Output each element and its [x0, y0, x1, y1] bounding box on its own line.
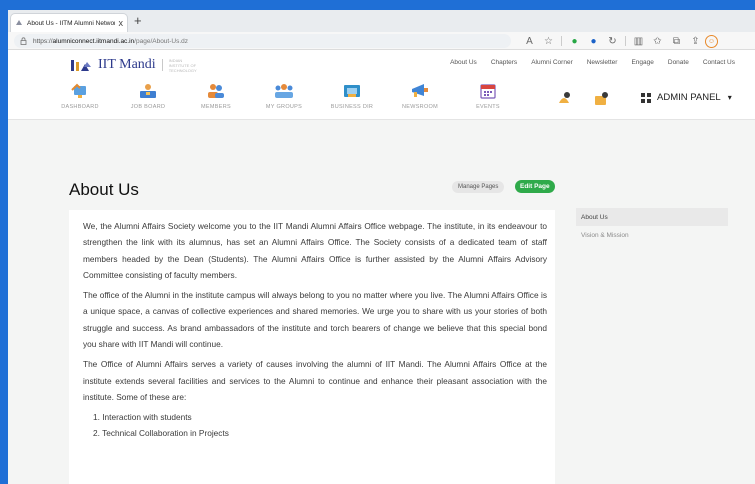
- read-aloud-icon[interactable]: A: [520, 34, 539, 48]
- nav-members-label: MEMBERS: [201, 104, 231, 110]
- nav-newsroom-label: NEWSROOM: [401, 104, 438, 110]
- iit-mandi-logo-icon: [71, 60, 91, 71]
- lock-icon: [20, 37, 27, 45]
- tab-close-button[interactable]: x: [119, 18, 124, 28]
- toolbar-divider: [625, 36, 626, 46]
- members-icon: [208, 84, 224, 98]
- extension-green-icon[interactable]: ●: [565, 34, 584, 48]
- nav-members[interactable]: MEMBERS: [186, 82, 246, 110]
- top-nav: About Us Chapters Alumni Corner Newslett…: [450, 59, 735, 66]
- grid-icon: [641, 92, 651, 103]
- dashboard-icon: [71, 83, 86, 98]
- page-title: About Us: [69, 180, 139, 199]
- collections-icon[interactable]: ⧉: [667, 34, 686, 48]
- extension-blue-icon[interactable]: ●: [584, 34, 603, 48]
- nav-dashboard-label: DASHBOARD: [61, 104, 99, 110]
- paragraph-services: The Office of Alumni Affairs serves a va…: [83, 359, 547, 402]
- groups-icon: [275, 84, 293, 98]
- admin-panel-menu[interactable]: ADMIN PANEL ▾: [641, 92, 732, 103]
- business-dir-icon: [344, 85, 360, 97]
- top-nav-donate[interactable]: Donate: [668, 59, 689, 66]
- events-icon: [480, 84, 496, 99]
- nav-my-groups[interactable]: MY GROUPS: [254, 82, 314, 110]
- list-item: 2. Technical Collaboration in Projects: [93, 428, 229, 439]
- site-favicon-icon: [16, 20, 22, 25]
- top-nav-alumni-corner[interactable]: Alumni Corner: [531, 59, 573, 66]
- list-item: 1. Interaction with students: [93, 412, 192, 423]
- nav-job-board[interactable]: JOB BOARD: [118, 82, 178, 110]
- top-nav-chapters[interactable]: Chapters: [491, 59, 517, 66]
- favorite-icon[interactable]: ☆: [539, 34, 558, 48]
- chevron-down-icon: ▾: [727, 93, 732, 102]
- site-logo[interactable]: IIT Mandi INDIAN INSTITUTE OF TECHNOLOGY: [70, 56, 199, 74]
- newsroom-icon: [412, 84, 428, 97]
- url-scheme: https://: [33, 37, 53, 45]
- share-icon[interactable]: ⇪: [686, 34, 705, 48]
- split-screen-icon[interactable]: ▥: [629, 34, 648, 48]
- brand-name: IIT Mandi: [98, 57, 156, 72]
- address-bar-row: https:// alumniconnect.iitmandi.ac.in /p…: [8, 32, 755, 50]
- page-sidebar: About Us Vision & Mission: [576, 208, 728, 268]
- favorites-icon[interactable]: ✩: [648, 34, 667, 48]
- website: IIT Mandi INDIAN INSTITUTE OF TECHNOLOGY…: [8, 51, 755, 484]
- url-input[interactable]: https:// alumniconnect.iitmandi.ac.in /p…: [14, 34, 511, 48]
- paragraph-intro: We, the Alumni Affairs Society welcome y…: [83, 221, 547, 280]
- nav-my-groups-label: MY GROUPS: [265, 104, 303, 110]
- tab-strip: About Us - IITM Alumni Network x +: [8, 10, 755, 32]
- refresh-icon[interactable]: ↻: [603, 34, 622, 48]
- manage-pages-button[interactable]: Manage Pages: [452, 181, 505, 193]
- nav-newsroom[interactable]: NEWSROOM: [390, 82, 450, 110]
- browser-window: About Us - IITM Alumni Network x + https…: [8, 10, 755, 484]
- nav-events-label: EVENTS: [476, 104, 500, 110]
- top-nav-about-us[interactable]: About Us: [450, 59, 477, 66]
- url-path: /page/About-Us.dz: [134, 37, 189, 45]
- services-list: 1. Interaction with students 2. Technica…: [83, 409, 547, 441]
- logo-divider: [161, 59, 163, 71]
- job-board-icon: [140, 84, 156, 98]
- top-nav-newsletter[interactable]: Newsletter: [587, 59, 618, 66]
- sidebar-item-about-us[interactable]: About Us: [576, 208, 728, 226]
- browser-toolbar: A ☆ ● ● ↻ ▥ ✩ ⧉ ⇪ ☺: [520, 34, 718, 48]
- desktop-frame: About Us - IITM Alumni Network x + https…: [0, 0, 755, 484]
- admin-panel-label: ADMIN PANEL: [657, 92, 721, 103]
- toolbar-divider: [561, 36, 562, 46]
- nav-business-dir-label: BUSINESS DIR: [330, 104, 374, 110]
- nav-events[interactable]: EVENTS: [458, 82, 518, 110]
- nav-business-dir[interactable]: BUSINESS DIR: [322, 82, 382, 110]
- site-header: IIT Mandi INDIAN INSTITUTE OF TECHNOLOGY…: [8, 51, 755, 78]
- paragraph-office: The office of the Alumni in the institut…: [83, 290, 547, 350]
- new-tab-button[interactable]: +: [134, 13, 142, 29]
- messages-icon[interactable]: [593, 91, 609, 107]
- content-card: We, the Alumni Affairs Society welcome y…: [69, 210, 555, 484]
- edit-page-button[interactable]: Edit Page: [515, 180, 555, 193]
- top-nav-contact-us[interactable]: Contact Us: [703, 59, 735, 66]
- icon-nav-bar: DASHBOARD JOB BOARD MEMBERS MY GROUPS BU…: [8, 78, 755, 120]
- profile-icon[interactable]: ☺: [705, 34, 718, 48]
- brand-tagline: INDIAN INSTITUTE OF TECHNOLOGY: [168, 57, 197, 73]
- nav-job-board-label: JOB BOARD: [130, 104, 166, 110]
- top-nav-engage[interactable]: Engage: [631, 59, 653, 66]
- tab-title: About Us - IITM Alumni Network: [27, 19, 115, 27]
- notifications-icon[interactable]: [556, 91, 572, 107]
- nav-dashboard[interactable]: DASHBOARD: [50, 82, 110, 110]
- sidebar-item-vision-mission[interactable]: Vision & Mission: [576, 226, 728, 244]
- browser-tab[interactable]: About Us - IITM Alumni Network x: [10, 13, 128, 32]
- url-host: alumniconnect.iitmandi.ac.in: [52, 37, 135, 45]
